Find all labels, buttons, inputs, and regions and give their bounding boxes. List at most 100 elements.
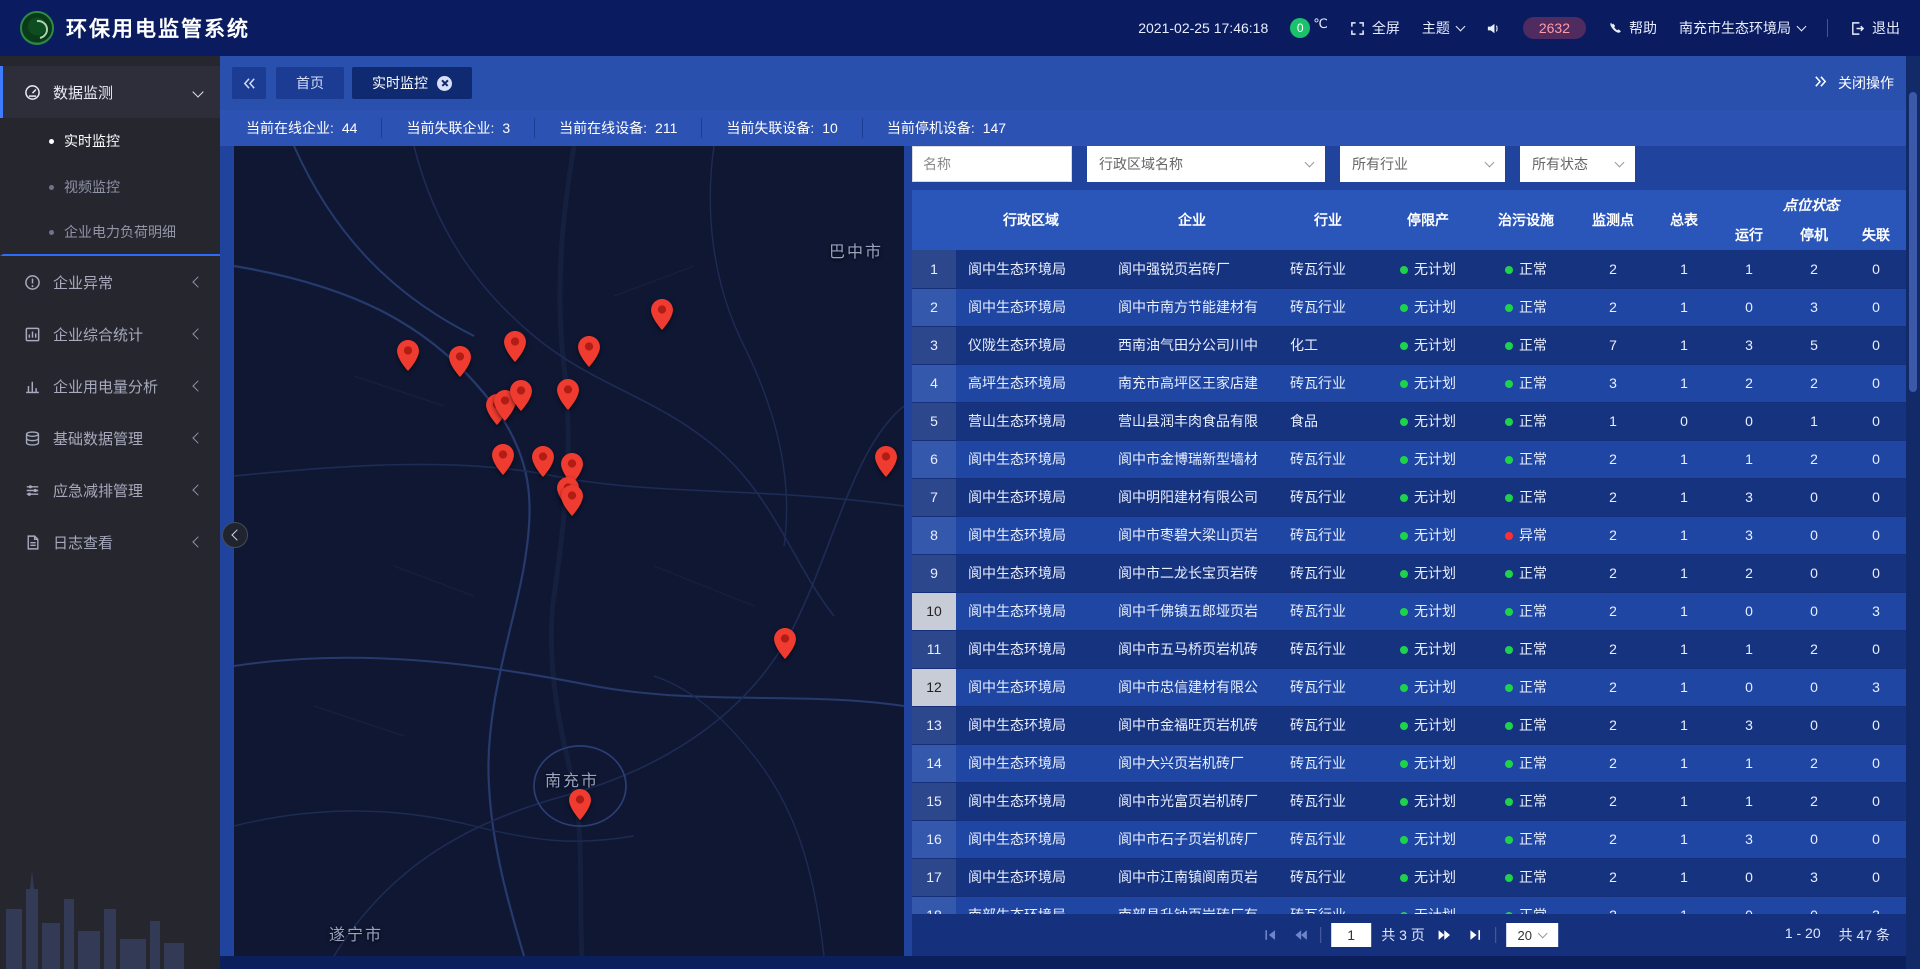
cell-region: 阆中生态环境局 — [956, 440, 1106, 478]
cell-index[interactable]: 14 — [912, 744, 956, 782]
tab[interactable]: 首页 — [276, 67, 344, 99]
table-row[interactable]: 7 阆中生态环境局 阆中明阳建材有限公司 砖瓦行业 无计划 正常 2 1 3 — [912, 478, 1906, 516]
cell-stop: 0 — [1782, 820, 1846, 858]
cell-region: 阆中生态环境局 — [956, 592, 1106, 630]
cell-index[interactable]: 5 — [912, 402, 956, 440]
stop-limit-status-dot — [1400, 570, 1408, 578]
map-pin[interactable] — [569, 789, 591, 825]
industry-filter-select[interactable]: 所有行业 — [1340, 146, 1505, 182]
app-shell: 数据监测 实时监控 视频监控 企业电力负荷明细 — [0, 56, 1920, 969]
cell-index[interactable]: 15 — [912, 782, 956, 820]
cell-index[interactable]: 8 — [912, 516, 956, 554]
map-pin[interactable] — [532, 446, 554, 482]
cell-index[interactable]: 1 — [912, 250, 956, 288]
map[interactable]: 巴中市 南充市 遂宁市 — [234, 146, 904, 956]
map-pin[interactable] — [578, 336, 600, 372]
page-scrollbar-thumb[interactable] — [1909, 92, 1917, 392]
table-row[interactable]: 6 阆中生态环境局 阆中市金博瑞新型墙材 砖瓦行业 无计划 正常 2 1 1 — [912, 440, 1906, 478]
name-filter-input[interactable] — [912, 146, 1072, 182]
table-row[interactable]: 14 阆中生态环境局 阆中大兴页岩机砖厂 砖瓦行业 无计划 正常 2 1 1 — [912, 744, 1906, 782]
first-page-button[interactable] — [1260, 925, 1280, 945]
cell-stop-limit: 无计划 — [1378, 820, 1478, 858]
map-pin[interactable] — [557, 379, 579, 415]
tab[interactable]: 实时监控 — [352, 67, 472, 99]
close-operations-menu[interactable]: 关闭操作 — [1813, 73, 1894, 93]
sidebar-item[interactable]: 企业用电量分析 — [0, 360, 220, 412]
cell-index[interactable]: 16 — [912, 820, 956, 858]
table-row[interactable]: 4 高坪生态环境局 南充市高坪区王家店建 砖瓦行业 无计划 正常 3 1 2 — [912, 364, 1906, 402]
cell-index[interactable]: 10 — [912, 592, 956, 630]
cell-index[interactable]: 2 — [912, 288, 956, 326]
map-pin[interactable] — [510, 380, 532, 416]
help-button[interactable]: 帮助 — [1608, 18, 1657, 38]
cell-index[interactable]: 6 — [912, 440, 956, 478]
table-row[interactable]: 12 阆中生态环境局 阆中市忠信建材有限公 砖瓦行业 无计划 正常 2 1 0 — [912, 668, 1906, 706]
table-row[interactable]: 16 阆中生态环境局 阆中市石子页岩机砖厂 砖瓦行业 无计划 正常 2 1 3 — [912, 820, 1906, 858]
cell-run: 1 — [1716, 250, 1782, 288]
cell-index[interactable]: 12 — [912, 668, 956, 706]
city-label: 遂宁市 — [329, 921, 383, 945]
sidebar-item[interactable]: 企业综合统计 — [0, 308, 220, 360]
cell-industry: 砖瓦行业 — [1278, 820, 1378, 858]
map-pin[interactable] — [397, 340, 419, 376]
fullscreen-icon — [1350, 21, 1365, 36]
status-filter-select[interactable]: 所有状态 — [1520, 146, 1635, 182]
table-row[interactable]: 3 仪陇生态环境局 西南油气田分公司川中 化工 无计划 正常 7 1 3 5 — [912, 326, 1906, 364]
table-row[interactable]: 2 阆中生态环境局 阆中市南方节能建材有 砖瓦行业 无计划 正常 2 1 0 — [912, 288, 1906, 326]
next-page-button[interactable] — [1435, 925, 1455, 945]
stop-limit-status-dot — [1400, 798, 1408, 806]
fullscreen-button[interactable]: 全屏 — [1350, 18, 1400, 38]
tabs-scroll-left-button[interactable] — [232, 67, 266, 99]
page-size-select[interactable]: 20 — [1506, 923, 1558, 947]
map-pin[interactable] — [492, 444, 514, 480]
sidebar-item[interactable]: 实时监控 — [0, 118, 220, 164]
theme-menu[interactable]: 主题 — [1422, 18, 1464, 38]
sidebar-item[interactable]: 日志查看 — [0, 516, 220, 568]
map-pin[interactable] — [561, 485, 583, 521]
table-row[interactable]: 10 阆中生态环境局 阆中千佛镇五郎垭页岩 砖瓦行业 无计划 正常 2 1 0 — [912, 592, 1906, 630]
prev-page-button[interactable] — [1290, 925, 1310, 945]
map-pin[interactable] — [651, 299, 673, 335]
last-page-button[interactable] — [1465, 925, 1485, 945]
cell-run: 1 — [1716, 630, 1782, 668]
org-menu[interactable]: 南充市生态环境局 — [1679, 18, 1805, 38]
table-row[interactable]: 11 阆中生态环境局 阆中市五马桥页岩机砖 砖瓦行业 无计划 正常 2 1 1 — [912, 630, 1906, 668]
map-pin[interactable] — [504, 331, 526, 367]
cell-index[interactable]: 17 — [912, 858, 956, 896]
map-pin[interactable] — [449, 346, 471, 382]
sidebar-item[interactable]: 视频监控 — [0, 164, 220, 210]
map-pin[interactable] — [774, 628, 796, 664]
phone-icon — [1608, 21, 1622, 35]
table-row[interactable]: 18 南部生态环境局 南部县升钟页岩砖厂有 砖瓦行业 无计划 正常 2 1 0 — [912, 896, 1906, 914]
cell-index[interactable]: 9 — [912, 554, 956, 592]
table-row[interactable]: 5 营山生态环境局 营山县润丰肉食品有限 食品 无计划 正常 1 0 0 1 — [912, 402, 1906, 440]
cell-index[interactable]: 4 — [912, 364, 956, 402]
region-filter-select[interactable]: 行政区域名称 — [1087, 146, 1325, 182]
cell-index[interactable]: 3 — [912, 326, 956, 364]
cell-index[interactable]: 11 — [912, 630, 956, 668]
map-collapse-toggle[interactable] — [222, 522, 248, 548]
sidebar-item[interactable]: 数据监测 — [0, 66, 220, 118]
table-row[interactable]: 8 阆中生态环境局 阆中市枣碧大梁山页岩 砖瓦行业 无计划 异常 2 1 3 — [912, 516, 1906, 554]
sidebar-item[interactable]: 企业电力负荷明细 — [0, 210, 220, 256]
table-row[interactable]: 13 阆中生态环境局 阆中市金福旺页岩机砖 砖瓦行业 无计划 正常 2 1 3 — [912, 706, 1906, 744]
sidebar-item[interactable]: 应急减排管理 — [0, 464, 220, 516]
cell-index[interactable]: 13 — [912, 706, 956, 744]
table-row[interactable]: 1 阆中生态环境局 阆中强锐页岩砖厂 砖瓦行业 无计划 正常 2 1 1 2 — [912, 250, 1906, 288]
cell-index[interactable]: 7 — [912, 478, 956, 516]
table-row[interactable]: 17 阆中生态环境局 阆中市江南镇阆南页岩 砖瓦行业 无计划 正常 2 1 0 — [912, 858, 1906, 896]
cell-lost: 0 — [1846, 630, 1906, 668]
tab-close-icon[interactable] — [437, 76, 452, 91]
alarm-sound-button[interactable] — [1486, 21, 1501, 36]
sidebar-item[interactable]: 企业异常 — [0, 256, 220, 308]
page-number-input[interactable] — [1331, 923, 1371, 947]
logout-button[interactable]: 退出 — [1850, 18, 1900, 38]
alarm-count-badge[interactable]: 2632 — [1523, 17, 1586, 39]
table-row[interactable]: 15 阆中生态环境局 阆中市光富页岩机砖厂 砖瓦行业 无计划 正常 2 1 1 — [912, 782, 1906, 820]
table-row[interactable]: 9 阆中生态环境局 阆中市二龙长宝页岩砖 砖瓦行业 无计划 正常 2 1 2 — [912, 554, 1906, 592]
map-pin[interactable] — [875, 446, 897, 482]
cell-index[interactable]: 18 — [912, 896, 956, 914]
sidebar-item[interactable]: 基础数据管理 — [0, 412, 220, 464]
page-scrollbar-track[interactable] — [1906, 56, 1920, 969]
cell-industry: 砖瓦行业 — [1278, 782, 1378, 820]
